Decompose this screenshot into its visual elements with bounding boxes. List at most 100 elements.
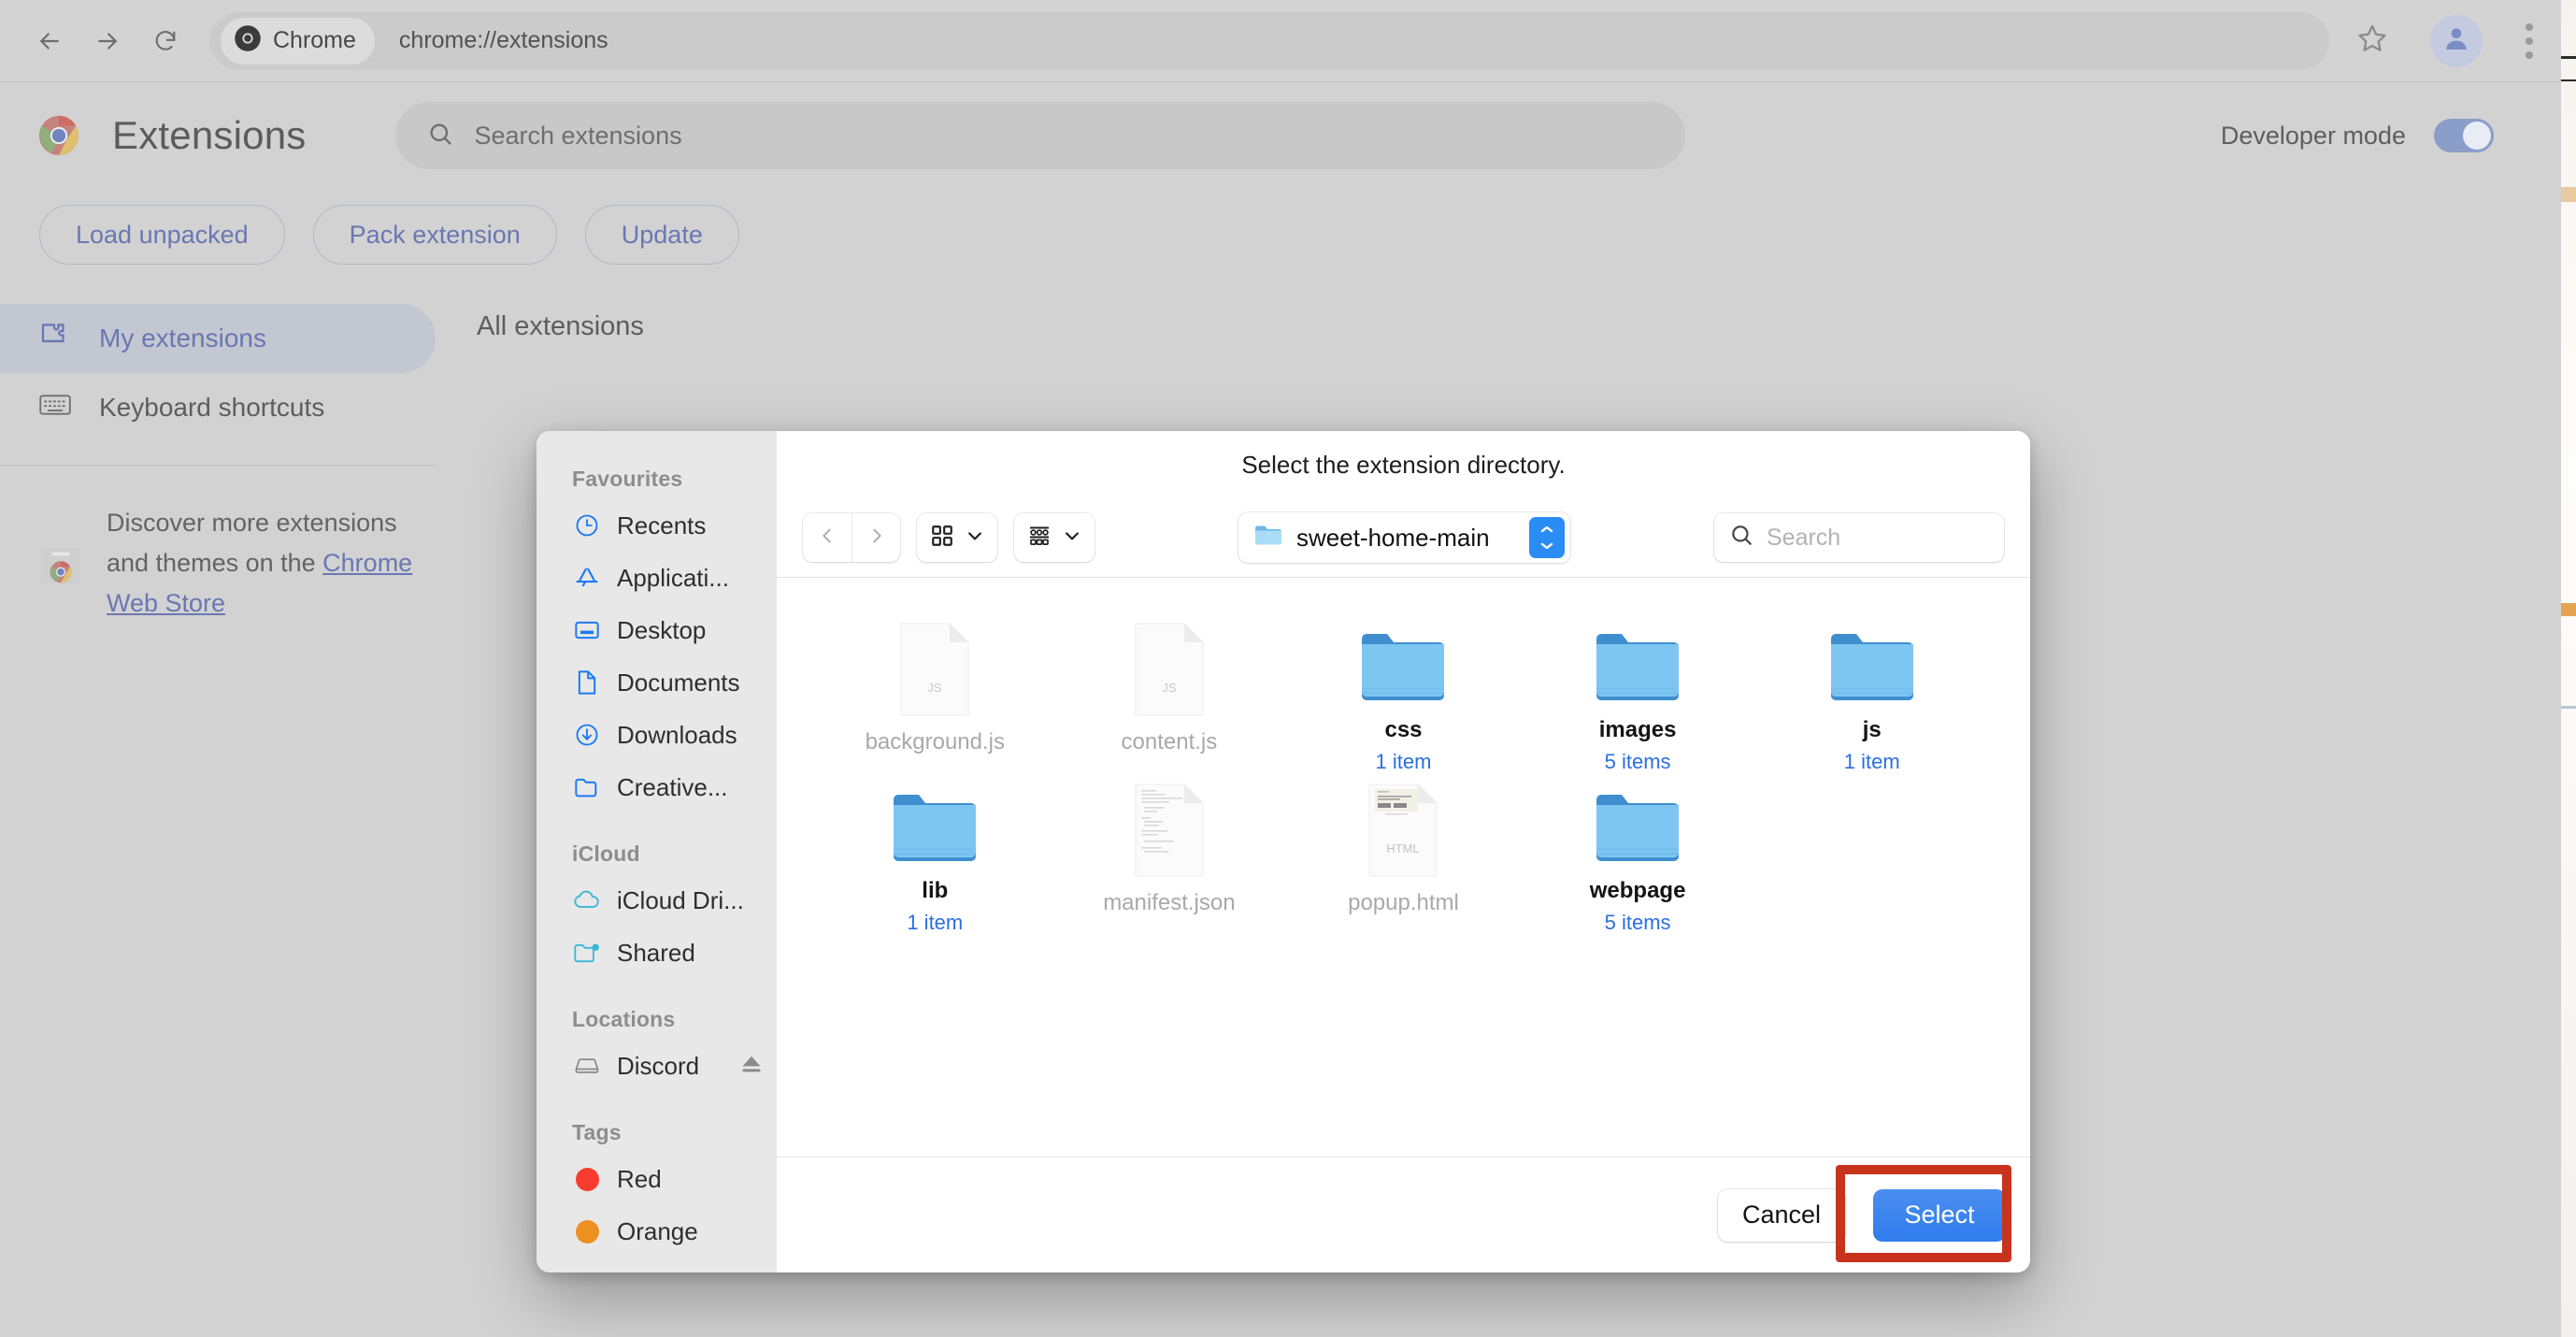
toolbar-right-actions	[2346, 14, 2555, 67]
dialog-back-button[interactable]	[803, 513, 852, 562]
file-item[interactable]: JS background.js	[818, 613, 1052, 774]
pack-extension-button[interactable]: Pack extension	[312, 205, 557, 265]
keyboard-icon	[39, 392, 71, 424]
cancel-button[interactable]: Cancel	[1718, 1188, 1845, 1242]
select-button[interactable]: Select	[1873, 1188, 2006, 1242]
sidebar-item-downloads[interactable]: Downloads	[537, 709, 777, 761]
sidebar-item-label: Recents	[617, 510, 707, 539]
file-grid: JS background.js JS content.js css 1 ite…	[777, 577, 2030, 1157]
tag-dot-icon	[572, 1167, 602, 1191]
tag-dot-icon	[572, 1219, 602, 1244]
file-picker-main: Select the extension directory. sweet-ho…	[777, 431, 2030, 1272]
view-mode-button[interactable]	[917, 513, 997, 562]
tag-dot-icon	[572, 1272, 602, 1273]
profile-button[interactable]	[2430, 14, 2483, 67]
sidebar-item-documents[interactable]: Documents	[537, 656, 777, 709]
folder-item[interactable]: webpage 5 items	[1521, 774, 1755, 935]
folder-item-count: 1 item	[1375, 750, 1432, 773]
sidebar-item-desktop[interactable]: Desktop	[537, 604, 777, 656]
file-item[interactable]: manifest.json	[1052, 774, 1287, 935]
folder-item[interactable]: css 1 item	[1286, 613, 1521, 774]
sidebar-item-creative[interactable]: Creative...	[537, 761, 777, 813]
sidebar-item-applications[interactable]: Applicati...	[537, 552, 777, 604]
bookmark-button[interactable]	[2346, 15, 2398, 67]
group-by-button[interactable]	[1014, 513, 1095, 562]
sidebar-item-label: My extensions	[99, 323, 266, 352]
file-name: lib	[922, 878, 949, 903]
sidebar-item-label: Yellow	[617, 1270, 686, 1273]
chrome-web-store-icon	[39, 544, 82, 587]
group-view-icon	[1027, 524, 1052, 553]
sidebar-group-title-tags: Tags	[572, 1120, 622, 1144]
js-file-icon: JS	[898, 613, 971, 718]
dialog-search-placeholder: Search	[1767, 524, 1841, 551]
load-unpacked-button[interactable]: Load unpacked	[39, 205, 285, 265]
extensions-sidebar: My extensions Keyboard shortcuts Discove…	[0, 298, 477, 625]
folder-icon	[1829, 613, 1915, 706]
folder-item[interactable]: images 5 items	[1521, 613, 1755, 774]
file-name: background.js	[865, 729, 1006, 755]
folder-item-count: 5 items	[1604, 911, 1671, 934]
sidebar-item-keyboard-shortcuts[interactable]: Keyboard shortcuts	[0, 373, 436, 442]
browser-menu-button[interactable]	[2503, 15, 2555, 67]
chevron-right-icon	[866, 525, 887, 551]
js-file-icon: JS	[1133, 613, 1206, 718]
folder-item[interactable]: lib 1 item	[818, 774, 1052, 935]
svg-text:JS: JS	[928, 681, 943, 695]
sidebar-item-label: Keyboard shortcuts	[99, 393, 325, 422]
forward-button[interactable]	[79, 12, 136, 70]
background-window-sliver	[2561, 0, 2576, 1337]
developer-mode-toggle[interactable]	[2434, 119, 2494, 152]
forward-arrow-icon	[93, 27, 122, 55]
sidebar-item-tag-red[interactable]: Red	[537, 1153, 777, 1205]
update-button[interactable]: Update	[584, 205, 739, 265]
sidebar-item-discord[interactable]: Discord	[537, 1040, 777, 1092]
search-icon	[427, 121, 453, 151]
sidebar-group-title-locations: Locations	[572, 1007, 676, 1031]
eject-icon[interactable]	[739, 1052, 764, 1081]
sidebar-item-label: Desktop	[617, 615, 707, 644]
site-chip-label: Chrome	[273, 27, 356, 53]
sidebar-item-icloud-drive[interactable]: iCloud Dri...	[537, 874, 777, 927]
folder-icon	[572, 775, 602, 799]
site-chip[interactable]: Chrome	[221, 17, 375, 65]
file-item[interactable]: JS content.js	[1052, 613, 1287, 774]
up-down-stepper-icon[interactable]	[1529, 517, 1565, 558]
folder-item-count: 1 item	[1843, 750, 1900, 773]
back-button[interactable]	[21, 12, 79, 70]
reload-button[interactable]	[136, 12, 194, 70]
sidebar-item-label: Red	[617, 1164, 662, 1193]
current-folder-popup-button[interactable]: sweet-home-main	[1238, 512, 1570, 563]
search-extensions-input[interactable]: Search extensions	[395, 102, 1686, 169]
desktop-icon	[572, 618, 602, 642]
sidebar-item-my-extensions[interactable]: My extensions	[0, 304, 436, 373]
grid-view-icon	[930, 524, 954, 553]
sidebar-item-tag-yellow[interactable]: Yellow	[537, 1258, 777, 1272]
star-icon	[2356, 22, 2388, 59]
file-item[interactable]: HTML popup.html	[1286, 774, 1521, 935]
dialog-search-input[interactable]: Search	[1714, 513, 2004, 562]
discover-text: Discover more extensions and themes on t…	[107, 503, 443, 625]
sidebar-item-tag-orange[interactable]: Orange	[537, 1205, 777, 1258]
folder-item[interactable]: js 1 item	[1754, 613, 1989, 774]
address-bar[interactable]: Chrome chrome://extensions	[209, 11, 2329, 70]
folder-icon	[1253, 522, 1283, 554]
folder-item-count: 1 item	[907, 911, 964, 934]
app-store-icon	[572, 565, 602, 591]
chevron-left-icon	[817, 525, 837, 551]
sidebar-item-recents[interactable]: Recents	[537, 499, 777, 552]
current-folder-label: sweet-home-main	[1296, 523, 1490, 552]
chevron-down-icon	[966, 526, 984, 550]
clock-icon	[572, 512, 602, 539]
file-name: css	[1384, 717, 1423, 742]
puzzle-piece-icon	[39, 320, 71, 358]
sidebar-item-shared[interactable]: Shared	[537, 927, 777, 979]
developer-mode-label: Developer mode	[2220, 121, 2406, 150]
dialog-title: Select the extension directory.	[1241, 450, 1566, 479]
shared-folder-icon	[572, 942, 602, 964]
svg-text:HTML: HTML	[1387, 841, 1420, 855]
dialog-forward-button[interactable]	[852, 513, 900, 562]
file-name: content.js	[1121, 729, 1218, 755]
page-title: Extensions	[112, 113, 307, 157]
file-name: manifest.json	[1103, 890, 1236, 915]
